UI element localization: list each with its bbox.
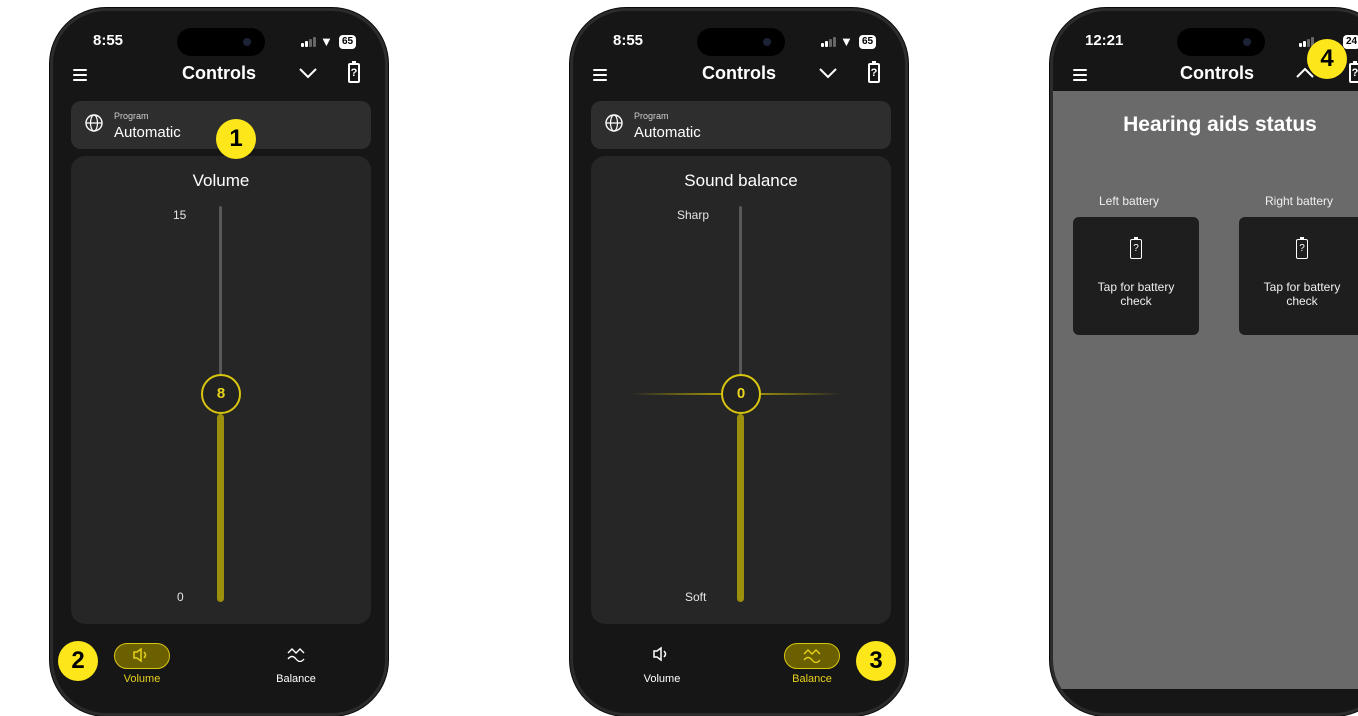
battery-question-icon: ?: [1296, 236, 1308, 259]
page-title: Controls: [182, 63, 256, 83]
right-battery-label: Right battery: [1265, 194, 1334, 208]
signal-icon: [821, 37, 836, 47]
phone-hearing-status-screen: 12:21 24 Controls ? Hearing aids status …: [1050, 8, 1358, 716]
battery-indicator: 65: [339, 35, 357, 49]
speaker-icon: [133, 647, 147, 663]
tab-balance-label: Balance: [276, 673, 316, 685]
left-battery-card-text: Tap for battery check: [1073, 280, 1199, 308]
tab-volume-label: Volume: [643, 673, 681, 685]
status-time: 12:21: [1085, 32, 1124, 49]
slider-track-upper[interactable]: [219, 206, 222, 382]
slider-min-label: 0: [177, 590, 184, 604]
slider-min-label: Soft: [685, 590, 707, 604]
tab-balance-pill[interactable]: [784, 643, 840, 669]
tab-volume-pill[interactable]: [634, 643, 690, 669]
status-bar: 8:55 ▼ 65: [573, 25, 905, 56]
battery-indicator: 65: [859, 35, 877, 49]
left-battery-card[interactable]: ? Tap for battery check: [1073, 217, 1199, 335]
tab-volume[interactable]: Volume: [617, 643, 707, 685]
slider-max-label: Sharp: [677, 208, 710, 222]
status-bar: 8:55 ▼ 65: [53, 25, 385, 56]
slider-track-upper[interactable]: [739, 206, 742, 382]
tab-balance-label: Balance: [792, 673, 832, 685]
signal-icon: [301, 37, 316, 47]
tab-volume[interactable]: Volume: [97, 643, 187, 685]
battery-status-icon[interactable]: ?: [348, 61, 360, 83]
phone-balance-screen: 8:55 ▼ 65 Controls ? Program Automatic S…: [570, 8, 908, 716]
right-battery-card-text: Tap for battery check: [1239, 280, 1358, 308]
globe-icon: [85, 114, 103, 132]
hearing-aids-status-sheet: Hearing aids status Left battery Right b…: [1053, 91, 1358, 689]
status-sheet-title: Hearing aids status: [1123, 113, 1317, 136]
program-label: Program: [634, 111, 669, 121]
dynamic-island: [1177, 28, 1265, 56]
top-bar: Controls ?: [53, 59, 385, 89]
tab-volume-pill[interactable]: [114, 643, 170, 669]
card-text-line-2: check: [1286, 294, 1318, 308]
callout-1: 1: [216, 119, 256, 159]
chevron-down-icon[interactable]: [818, 65, 838, 81]
program-selector[interactable]: Program Automatic: [591, 101, 891, 149]
tab-balance-pill[interactable]: [268, 643, 324, 669]
right-battery-card[interactable]: ? Tap for battery check: [1239, 217, 1358, 335]
panel-title: Sound balance: [684, 171, 798, 190]
waves-icon: [287, 648, 305, 663]
slider-track-filled[interactable]: [217, 414, 224, 602]
waves-icon: [803, 649, 821, 664]
speaker-icon: [653, 646, 667, 662]
sound-balance-panel: Sound balance Sharp Soft 0: [591, 156, 891, 624]
top-bar: Controls ?: [573, 59, 905, 89]
battery-status-icon[interactable]: ?: [868, 61, 880, 83]
status-time: 8:55: [613, 32, 644, 49]
tab-balance[interactable]: Balance: [251, 643, 341, 685]
card-text-line-2: check: [1120, 294, 1152, 308]
callout-3: 3: [856, 641, 896, 681]
tab-balance[interactable]: Balance: [767, 643, 857, 685]
status-time: 8:55: [93, 32, 124, 49]
panel-title: Volume: [192, 171, 250, 190]
program-value: Automatic: [114, 124, 181, 141]
page-title: Controls: [702, 63, 776, 83]
dynamic-island: [177, 28, 265, 56]
program-label: Program: [114, 111, 149, 121]
card-text-line-1: Tap for battery: [1263, 280, 1341, 294]
battery-status-icon[interactable]: ?: [1349, 61, 1358, 83]
balance-slider-knob[interactable]: 0: [721, 374, 761, 414]
callout-2: 2: [58, 641, 98, 681]
wifi-icon: ▼: [320, 34, 333, 49]
slider-max-label: 15: [173, 208, 187, 222]
slider-track-filled[interactable]: [737, 414, 744, 602]
chevron-down-icon[interactable]: [298, 65, 318, 81]
program-value: Automatic: [634, 124, 701, 141]
left-battery-label: Left battery: [1099, 194, 1160, 208]
battery-indicator: 24: [1343, 35, 1358, 49]
globe-icon: [605, 114, 623, 132]
dynamic-island: [697, 28, 785, 56]
phone-volume-screen: 8:55 ▼ 65 Controls ? Program Automatic V…: [50, 8, 388, 716]
tab-volume-label: Volume: [123, 673, 161, 685]
card-text-line-1: Tap for battery: [1097, 280, 1175, 294]
wifi-icon: ▼: [840, 34, 853, 49]
volume-panel: Volume 15 0 8: [71, 156, 371, 624]
battery-question-icon: ?: [1130, 236, 1142, 259]
callout-4: 4: [1307, 39, 1347, 79]
volume-slider-knob[interactable]: 8: [201, 374, 241, 414]
